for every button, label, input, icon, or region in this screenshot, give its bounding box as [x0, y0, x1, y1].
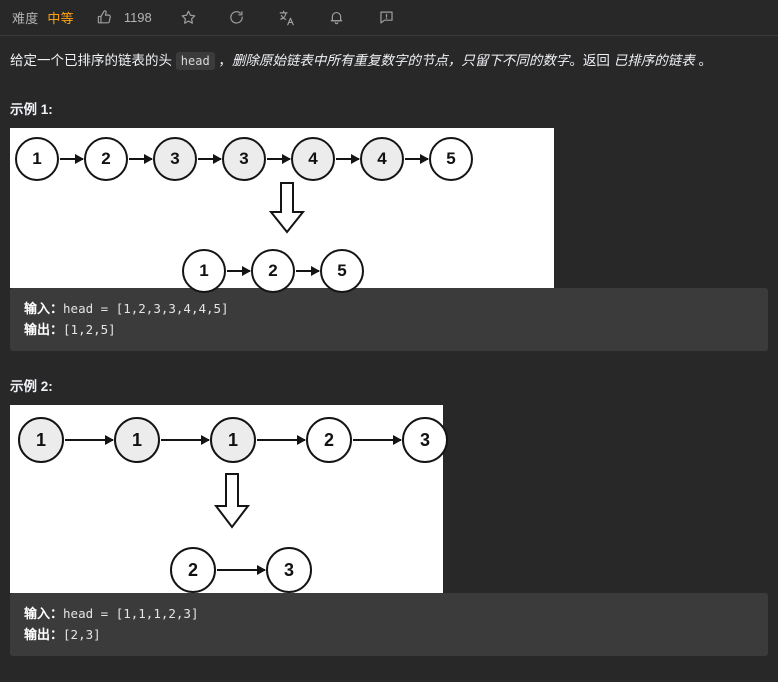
translate-icon[interactable]: [278, 9, 296, 27]
list-node: 1: [18, 417, 64, 463]
problem-content: 给定一个已排序的链表的头 head ，删除原始链表中所有重复数字的节点，只留下不…: [0, 36, 778, 656]
desc-inline-code-head: head: [175, 52, 215, 70]
list-edge-arrow: [257, 435, 306, 445]
like-group[interactable]: 1198: [96, 9, 152, 27]
difficulty-label: 难度: [12, 11, 39, 26]
list-edge-arrow: [217, 565, 266, 575]
example-1-output-value: [1,2,5]: [63, 322, 116, 337]
list-edge-arrow: [227, 266, 251, 276]
star-icon[interactable]: [180, 9, 198, 27]
list-edge-arrow: [129, 154, 153, 164]
difficulty-value: 中等: [47, 11, 74, 26]
example-2-title: 示例 2:: [10, 379, 53, 394]
example-2-figure: 1 1 1 2 3 2 3: [10, 405, 448, 593]
example-1-input-line: 输入：head = [1,2,3,3,4,4,5]: [24, 298, 754, 319]
desc-part-3: 。返回: [569, 53, 614, 68]
list-edge-arrow: [198, 154, 222, 164]
desc-part-2: ，: [214, 53, 232, 68]
list-node: 3: [153, 137, 197, 181]
example-1-output-label: 输出：: [24, 322, 64, 337]
list-node: 1: [182, 249, 226, 293]
feedback-icon[interactable]: [378, 9, 396, 27]
list-node: 3: [266, 547, 312, 593]
list-node: 3: [402, 417, 448, 463]
list-node: 2: [84, 137, 128, 181]
share-icon[interactable]: [228, 9, 246, 27]
list-node: 5: [320, 249, 364, 293]
desc-italic-1: 删除原始链表中所有重复数字的节点，只留下不同的数字: [231, 53, 570, 68]
desc-italic-2: 已排序的链表: [613, 53, 695, 68]
example-2-code-block: 输入：head = [1,1,1,2,3] 输出：[2,3]: [10, 593, 768, 656]
thumbs-up-icon[interactable]: [96, 9, 114, 27]
list-node: 1: [210, 417, 256, 463]
transform-down-arrow: [268, 182, 306, 234]
list-node: 3: [222, 137, 266, 181]
example-2-input-line: 输入：head = [1,1,1,2,3]: [24, 603, 754, 624]
list-edge-arrow: [336, 154, 360, 164]
example-1-output-line: 输出：[1,2,5]: [24, 319, 754, 340]
list-edge-arrow: [405, 154, 429, 164]
list-node: 4: [360, 137, 404, 181]
example-2-output-label: 输出：: [24, 627, 64, 642]
list-edge-arrow: [60, 154, 84, 164]
example-2-output-line: 输出：[2,3]: [24, 624, 754, 645]
list-edge-arrow: [267, 154, 291, 164]
list-node: 1: [15, 137, 59, 181]
example-1-input-value: head = [1,2,3,3,4,4,5]: [63, 301, 229, 316]
example-1-code-block: 输入：head = [1,2,3,3,4,4,5] 输出：[1,2,5]: [10, 288, 768, 351]
example-1-figure: 1233445125: [10, 128, 554, 293]
example-1-input-label: 输入：: [24, 301, 64, 316]
like-count: 1198: [123, 10, 152, 25]
example-2-input-value: head = [1,1,1,2,3]: [63, 606, 199, 621]
list-node: 2: [251, 249, 295, 293]
example-1-title: 示例 1:: [10, 102, 53, 117]
problem-page: 难度 中等 1198 给定一个已排序的链表的头 head ，删除原始链表中所有重…: [0, 0, 778, 682]
list-edge-arrow: [296, 266, 320, 276]
list-node: 2: [170, 547, 216, 593]
bell-icon[interactable]: [328, 9, 346, 27]
desc-part-4: 。: [694, 53, 712, 68]
problem-header-toolbar: 难度 中等 1198: [0, 0, 778, 36]
example-2-input-label: 输入：: [24, 606, 64, 621]
example-2-output-value: [2,3]: [63, 627, 101, 642]
list-node: 2: [306, 417, 352, 463]
transform-down-arrow: [213, 473, 251, 529]
list-node: 4: [291, 137, 335, 181]
list-node: 1: [114, 417, 160, 463]
list-edge-arrow: [353, 435, 402, 445]
problem-description: 给定一个已排序的链表的头 head ，删除原始链表中所有重复数字的节点，只留下不…: [10, 50, 768, 72]
list-node: 5: [429, 137, 473, 181]
list-edge-arrow: [161, 435, 210, 445]
list-edge-arrow: [65, 435, 114, 445]
desc-part-1: 给定一个已排序的链表的头: [10, 53, 176, 68]
